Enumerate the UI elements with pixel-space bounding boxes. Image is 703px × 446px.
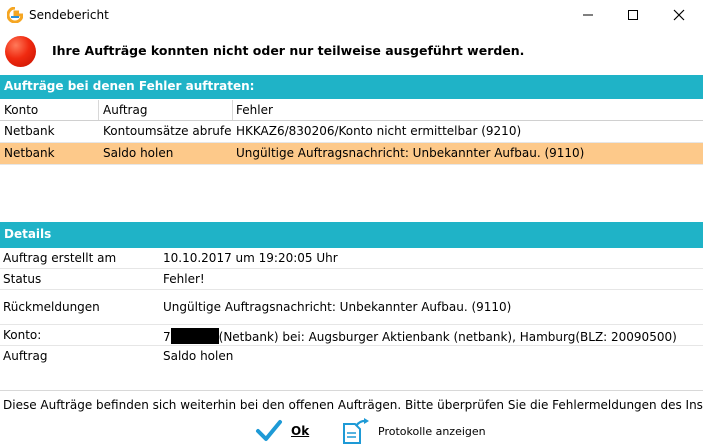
column-header-fehler[interactable]: Fehler bbox=[236, 103, 696, 117]
detail-row-feedback: Rückmeldungen Ungültige Auftragsnachrich… bbox=[0, 290, 703, 325]
protocols-button[interactable]: Protokolle anzeigen bbox=[342, 417, 486, 445]
app-logo-icon bbox=[7, 7, 23, 23]
maximize-button[interactable] bbox=[610, 0, 656, 30]
account-value-line: 7 (Netbank) bei: Augsburger Aktienbank (n… bbox=[163, 328, 677, 344]
status-label: Status bbox=[3, 272, 42, 286]
errors-section-header: Aufträge bei denen Fehler auftraten: bbox=[0, 75, 703, 99]
error-header: Ihre Aufträge konnten nicht oder nur tei… bbox=[0, 30, 703, 72]
title-bar: Sendebericht bbox=[0, 0, 703, 30]
account-value: (Netbank) bei: Augsburger Aktienbank (ne… bbox=[218, 330, 677, 344]
protocols-label: Protokolle anzeigen bbox=[378, 424, 486, 438]
ok-button[interactable]: Ok bbox=[255, 417, 309, 445]
row-fehler: HKKAZ6/830206/Konto nicht ermittelbar (9… bbox=[236, 124, 522, 138]
maximize-icon bbox=[628, 10, 638, 20]
minimize-icon bbox=[583, 14, 593, 16]
detail-row-status: Status Fehler! bbox=[0, 269, 703, 290]
row-konto: Netbank bbox=[4, 146, 55, 160]
column-header-konto[interactable]: Konto bbox=[4, 103, 96, 117]
checkmark-icon bbox=[256, 420, 282, 441]
account-label: Konto: bbox=[3, 328, 42, 342]
created-label: Auftrag erstellt am bbox=[3, 251, 117, 265]
table-header-row: Konto Auftrag Fehler bbox=[0, 100, 703, 121]
ok-label: Ok bbox=[291, 424, 310, 438]
feedback-value: Ungültige Auftragsnachricht: Unbekannter… bbox=[163, 300, 512, 314]
feedback-label: Rückmeldungen bbox=[3, 300, 100, 314]
table-row[interactable]: Netbank Kontoumsätze abrufe... HKKAZ6/83… bbox=[0, 121, 703, 143]
row-auftrag: Kontoumsätze abrufe... bbox=[103, 124, 231, 138]
details-section-header: Details bbox=[0, 222, 703, 248]
account-number-prefix: 7 bbox=[163, 330, 171, 344]
errors-table: Konto Auftrag Fehler Netbank Kontoumsätz… bbox=[0, 100, 703, 165]
minimize-button[interactable] bbox=[565, 0, 611, 30]
column-header-auftrag[interactable]: Auftrag bbox=[103, 103, 231, 117]
created-value: 10.10.2017 um 19:20:05 Uhr bbox=[163, 251, 338, 265]
error-icon bbox=[5, 36, 36, 67]
close-button[interactable] bbox=[656, 0, 702, 30]
detail-row-account: Konto: 7 (Netbank) bei: Augsburger Aktien… bbox=[0, 325, 703, 346]
close-icon bbox=[673, 9, 685, 21]
document-export-icon bbox=[343, 418, 369, 444]
row-auftrag: Saldo holen bbox=[103, 146, 174, 160]
window-title: Sendebericht bbox=[29, 8, 109, 22]
error-message: Ihre Aufträge konnten nicht oder nur tei… bbox=[52, 43, 525, 58]
redacted-block bbox=[170, 328, 219, 344]
order-value: Saldo holen bbox=[163, 349, 234, 363]
row-konto: Netbank bbox=[4, 124, 55, 138]
status-value: Fehler! bbox=[163, 272, 205, 286]
details-panel: Auftrag erstellt am 10.10.2017 um 19:20:… bbox=[0, 248, 703, 366]
table-row-selected[interactable]: Netbank Saldo holen Ungültige Auftragsna… bbox=[0, 143, 703, 165]
detail-row-created: Auftrag erstellt am 10.10.2017 um 19:20:… bbox=[0, 248, 703, 269]
detail-row-order: Auftrag Saldo holen bbox=[0, 346, 703, 366]
order-label: Auftrag bbox=[3, 349, 48, 363]
footer-hint: Diese Aufträge befinden sich weiterhin b… bbox=[0, 390, 703, 412]
row-fehler: Ungültige Auftragsnachricht: Unbekannter… bbox=[236, 146, 585, 160]
